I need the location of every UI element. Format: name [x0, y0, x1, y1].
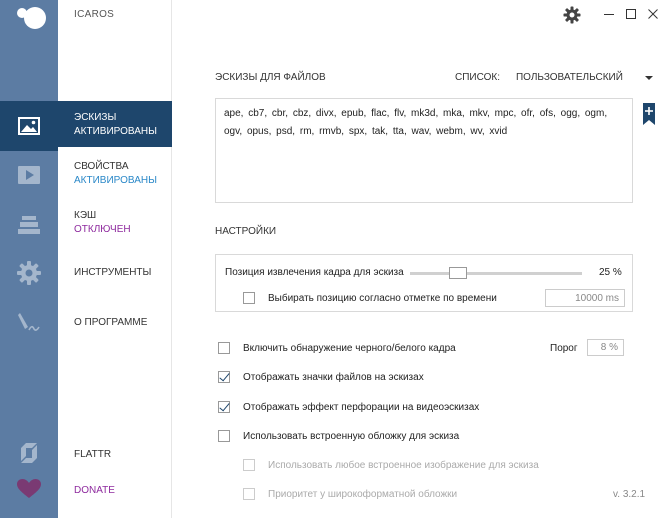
bw-detect-row[interactable]: Включить обнаружение черного/белого кадр…: [218, 342, 456, 354]
embedded-cover-checkbox[interactable]: [218, 430, 230, 442]
app-logo-icon: [17, 7, 46, 29]
nav-item-donate[interactable]: DONATE: [58, 484, 172, 498]
version-label: v. 3.2.1: [613, 489, 646, 500]
thumbnails-section-title: ЭСКИЗЫ ДЛЯ ФАЙЛОВ: [215, 72, 326, 83]
nav-item-flattr[interactable]: FLATTR: [58, 448, 172, 462]
add-bookmark-icon[interactable]: [643, 103, 655, 125]
frame-position-slider-thumb[interactable]: [448, 267, 467, 279]
show-icons-checkbox[interactable]: [218, 371, 230, 383]
about-nav-icon[interactable]: [0, 297, 58, 347]
nav-item-tools[interactable]: ИНСТРУМЕНТЫ: [58, 266, 172, 280]
nav-item-properties[interactable]: СВОЙСТВА АКТИВИРОВАНЫ: [58, 160, 172, 188]
list-label: СПИСОК:: [455, 72, 500, 83]
any-embedded-label: Использовать любое встроенное изображени…: [268, 459, 539, 471]
pen-signature-icon: [18, 313, 40, 331]
main-panel: ЭСКИЗЫ ДЛЯ ФАЙЛОВ СПИСОК: ПОЛЬЗОВАТЕЛЬСК…: [172, 30, 662, 518]
donate-label: DONATE: [74, 485, 115, 496]
threshold-label: Порог: [550, 343, 578, 354]
nav-item-status: АКТИВИРОВАНЫ: [74, 175, 157, 186]
nav-item-status: ОТКЛЮЧЕН: [74, 224, 131, 235]
settings-gear-icon[interactable]: [563, 6, 581, 24]
nav-sidebar: ЭСКИЗЫ АКТИВИРОВАНЫ СВОЙСТВА АКТИВИРОВАН…: [58, 0, 172, 518]
nav-item-thumbnails[interactable]: ЭСКИЗЫ АКТИВИРОВАНЫ: [58, 101, 172, 147]
list-value: ПОЛЬЗОВАТЕЛЬСКИЙ: [515, 72, 623, 83]
extensions-textarea[interactable]: ape, cb7, cbr, cbz, divx, epub, flac, fl…: [215, 98, 633, 203]
nav-item-status: АКТИВИРОВАНЫ: [74, 126, 157, 137]
nav-item-label: КЭШ: [74, 210, 97, 221]
list-select[interactable]: СПИСОК: ПОЛЬЗОВАТЕЛЬСКИЙ: [455, 72, 653, 83]
heart-icon: [17, 479, 41, 498]
stack-icon: [18, 216, 40, 234]
bw-detect-checkbox[interactable]: [218, 342, 230, 354]
show-icons-row[interactable]: Отображать значки файлов на эскизах: [218, 371, 424, 383]
widescreen-checkbox: [243, 488, 255, 500]
properties-nav-icon[interactable]: [0, 150, 58, 200]
embedded-cover-label: Использовать встроенную обложку для эски…: [243, 430, 460, 442]
chevron-down-icon: [644, 75, 653, 80]
title-bar: [172, 0, 670, 30]
frame-position-label: Позиция извлечения кадра для эскиза: [225, 267, 404, 278]
widescreen-label: Приоритет у широкоформатной обложки: [268, 488, 458, 500]
timestamp-row[interactable]: Выбирать позицию согласно отметке по вре…: [243, 292, 497, 304]
gear-icon: [17, 261, 41, 285]
flattr-label: FLATTR: [74, 449, 112, 460]
perforation-row[interactable]: Отображать эффект перфорации на видеоэск…: [218, 401, 479, 413]
tools-nav-icon[interactable]: [0, 248, 58, 298]
nav-item-label: ИНСТРУМЕНТЫ: [74, 267, 152, 278]
cache-nav-icon[interactable]: [0, 200, 58, 250]
any-embedded-checkbox: [243, 459, 255, 471]
flattr-icon: [21, 443, 37, 463]
settings-section-title: НАСТРОЙКИ: [215, 226, 277, 237]
thumbnails-nav-icon[interactable]: [0, 101, 58, 151]
frame-position-slider-track[interactable]: [410, 272, 582, 275]
video-icon: [18, 166, 40, 184]
timestamp-label: Выбирать позицию согласно отметке по вре…: [268, 292, 497, 304]
frame-position-group: Позиция извлечения кадра для эскиза 25 %…: [215, 254, 633, 312]
frame-position-value: 25 %: [599, 267, 622, 278]
widescreen-row: Приоритет у широкоформатной обложки: [243, 488, 457, 500]
any-embedded-row: Использовать любое встроенное изображени…: [243, 459, 539, 471]
nav-item-about[interactable]: О ПРОГРАММЕ: [58, 316, 172, 330]
image-icon: [18, 117, 40, 135]
nav-item-label: СВОЙСТВА: [74, 161, 129, 172]
perforation-label: Отображать эффект перфорации на видеоэск…: [243, 401, 480, 413]
show-icons-label: Отображать значки файлов на эскизах: [243, 371, 424, 383]
perforation-checkbox[interactable]: [218, 401, 230, 413]
nav-item-label: О ПРОГРАММЕ: [74, 317, 148, 328]
bw-detect-label: Включить обнаружение черного/белого кадр…: [243, 342, 456, 354]
embedded-cover-row[interactable]: Использовать встроенную обложку для эски…: [218, 430, 459, 442]
icon-sidebar: [0, 0, 58, 518]
timestamp-input[interactable]: 10000 ms: [545, 289, 625, 307]
donate-nav-icon[interactable]: [0, 464, 58, 514]
nav-item-label: ЭСКИЗЫ: [74, 112, 117, 123]
nav-item-cache[interactable]: КЭШ ОТКЛЮЧЕН: [58, 209, 172, 237]
timestamp-checkbox[interactable]: [243, 292, 255, 304]
threshold-input[interactable]: 8 %: [587, 339, 624, 356]
